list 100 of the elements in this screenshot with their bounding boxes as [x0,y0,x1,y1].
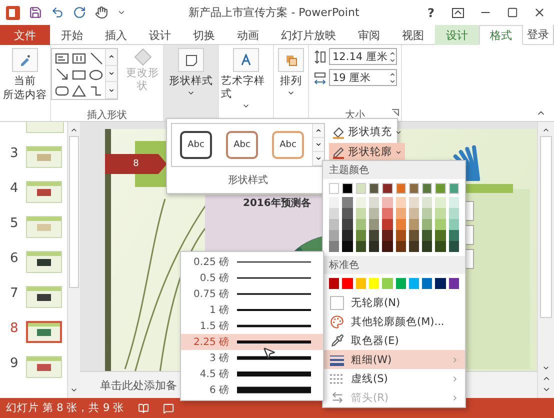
color-swatch[interactable] [435,241,446,252]
line-weight-option[interactable]: 1 磅 [181,302,323,318]
ribbon-tab[interactable]: 视图 [391,25,435,45]
width-field[interactable]: 19 厘米 [328,69,396,86]
menu-item[interactable]: 粗细(W) [323,350,465,369]
color-swatch[interactable] [329,219,340,230]
ribbon-tab[interactable]: 插入 [94,25,138,45]
color-swatch[interactable] [408,230,420,241]
color-swatch[interactable] [435,197,446,208]
spelling-icon[interactable] [138,402,150,414]
ribbon-tab[interactable]: 动画 [226,25,270,45]
color-swatch[interactable] [356,208,366,219]
color-swatch[interactable] [356,183,366,194]
next-slide-icon[interactable] [542,385,550,394]
gallery-down-button[interactable] [313,138,324,152]
color-swatch[interactable] [382,278,392,289]
line-weight-option[interactable]: 3 磅 [181,350,323,366]
color-swatch[interactable] [396,197,406,208]
height-field[interactable]: 12.14 厘米 [328,48,396,65]
color-swatch[interactable] [408,208,420,219]
color-swatch[interactable] [329,208,340,219]
redo-icon[interactable] [73,6,86,19]
ribbon-tab[interactable]: 切换 [182,25,226,45]
spin-down-icon[interactable] [388,56,396,64]
color-swatch[interactable] [356,278,366,289]
color-swatch[interactable] [408,219,420,230]
customize-toolbar-icon[interactable] [117,8,126,17]
color-swatch[interactable] [382,230,392,241]
color-swatch[interactable] [435,230,446,241]
line-weight-option[interactable]: 6 磅 [181,382,323,398]
gallery-more-button[interactable] [313,152,324,166]
color-swatch[interactable] [342,278,353,289]
scroll-up-icon[interactable] [542,126,550,134]
sign-in-link[interactable]: 登录 [523,25,553,44]
spin-up-icon[interactable] [388,70,396,78]
color-swatch[interactable] [396,208,406,219]
color-swatch[interactable] [342,241,353,252]
dialog-launcher-icon[interactable] [392,109,399,116]
scroll-down-icon[interactable] [542,364,550,372]
color-swatch[interactable] [356,219,366,230]
ribbon-tab[interactable]: 幻灯片放映 [270,25,347,45]
line-weight-option[interactable]: 1.5 磅 [181,318,323,334]
color-swatch[interactable] [396,278,406,289]
color-swatch[interactable] [342,183,353,194]
line-weight-option[interactable]: 0.75 磅 [181,286,323,302]
style-option[interactable]: Abc [272,131,304,159]
shape-fill-button[interactable]: 形状填充 [329,123,405,141]
color-swatch[interactable] [368,183,380,194]
color-swatch[interactable] [368,208,380,219]
color-swatch[interactable] [435,208,446,219]
ribbon-tab[interactable]: 开始 [50,25,94,45]
color-swatch[interactable] [329,197,340,208]
color-swatch[interactable] [435,219,446,230]
scrollbar-thumb[interactable] [540,136,552,318]
notes-icon[interactable] [163,402,174,414]
ribbon-tab[interactable]: 设计 [435,25,479,45]
color-swatch[interactable] [408,241,420,252]
color-swatch[interactable] [368,278,380,289]
color-swatch[interactable] [368,230,380,241]
color-swatch[interactable] [448,219,459,230]
line-weight-option[interactable]: 2.25 磅 [181,334,323,350]
color-swatch[interactable] [329,278,340,289]
color-swatch[interactable] [408,183,420,194]
spin-up-icon[interactable] [388,50,396,56]
color-swatch[interactable] [448,197,459,208]
save-icon[interactable] [29,6,42,19]
style-option[interactable]: Abc [180,131,212,159]
color-swatch[interactable] [368,241,380,252]
color-swatch[interactable] [448,208,459,219]
help-button[interactable]: ? [422,4,440,22]
color-swatch[interactable] [368,197,380,208]
color-swatch[interactable] [422,230,432,241]
color-swatch[interactable] [435,183,446,194]
color-swatch[interactable] [382,197,392,208]
scroll-down-icon[interactable] [70,386,78,394]
color-swatch[interactable] [448,183,459,194]
style-option[interactable]: Abc [226,131,258,159]
color-swatch[interactable] [382,183,392,194]
color-swatch[interactable] [329,230,340,241]
scrollbar-thumb[interactable] [69,136,79,288]
undo-icon[interactable] [51,6,64,19]
menu-item[interactable]: 其他轮廓颜色(M)... [323,312,465,331]
shape-styles-button[interactable]: 形状样式 [164,45,219,121]
color-swatch[interactable] [356,230,366,241]
shape-option[interactable] [70,82,87,98]
line-weight-option[interactable]: 0.25 磅 [181,254,323,270]
ribbon-tab[interactable]: 格式 [479,25,523,45]
touch-mode-icon[interactable] [95,6,108,19]
color-swatch[interactable] [396,241,406,252]
color-swatch[interactable] [422,241,432,252]
color-swatch[interactable] [422,183,432,194]
color-swatch[interactable] [356,241,366,252]
menu-item[interactable]: 无轮廓(N) [323,293,465,312]
shape-outline-button[interactable]: 形状轮廓 [329,143,405,161]
color-swatch[interactable] [342,197,353,208]
color-swatch[interactable] [342,219,353,230]
menu-item[interactable]: 取色器(E) [323,331,465,350]
color-swatch[interactable] [342,208,353,219]
color-swatch[interactable] [448,278,459,289]
line-weight-option[interactable]: 4.5 磅 [181,366,323,382]
